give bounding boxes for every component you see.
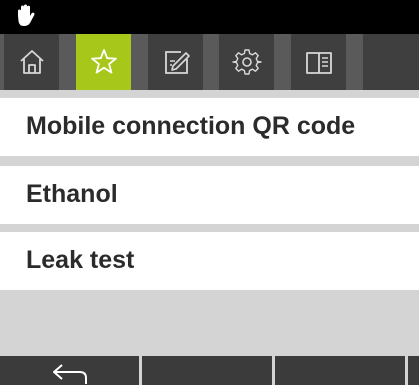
list-item-label: Mobile connection QR code xyxy=(26,112,356,140)
list-item-label: Ethanol xyxy=(26,180,118,208)
list-item-mobile-qr[interactable]: Mobile connection QR code xyxy=(0,98,419,160)
tab-favorites[interactable] xyxy=(76,34,131,90)
tab-empty xyxy=(363,34,419,90)
edit-icon xyxy=(164,51,190,74)
tab-manual[interactable] xyxy=(291,34,346,90)
hand-icon xyxy=(18,4,35,26)
tab-bar xyxy=(0,34,419,90)
list-item-leak-test[interactable]: Leak test xyxy=(0,232,419,294)
bottom-bar xyxy=(0,356,419,385)
back-arrow-icon xyxy=(53,364,87,384)
tab-home[interactable] xyxy=(4,34,59,90)
list-item-label: Leak test xyxy=(26,246,135,274)
back-button[interactable] xyxy=(0,356,139,385)
tab-edit[interactable] xyxy=(148,34,203,90)
home-icon xyxy=(19,50,44,74)
bottom-button-3[interactable] xyxy=(275,356,405,385)
status-bar xyxy=(0,0,419,34)
list-item-ethanol[interactable]: Ethanol xyxy=(0,166,419,228)
bottom-button-4[interactable] xyxy=(408,356,419,385)
book-icon xyxy=(305,52,332,74)
star-icon xyxy=(90,49,117,74)
tab-settings[interactable] xyxy=(219,34,274,90)
bottom-button-2[interactable] xyxy=(142,356,272,385)
gear-icon xyxy=(231,49,262,75)
